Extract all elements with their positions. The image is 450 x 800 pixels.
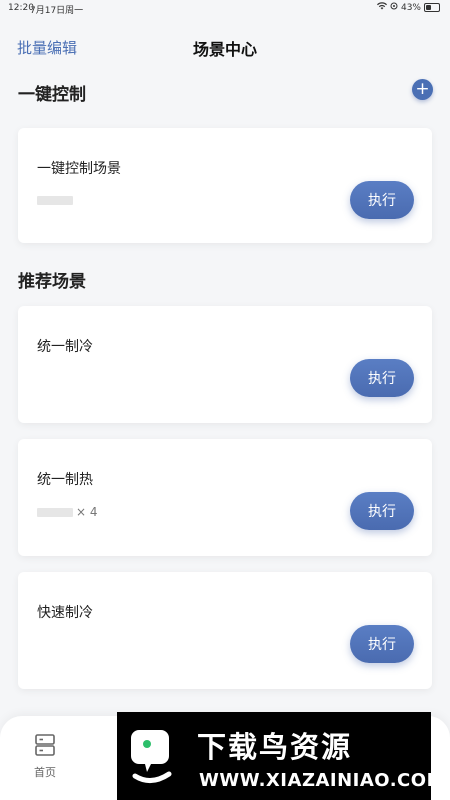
wifi-icon: [376, 2, 387, 13]
scene-card-one-key: 一键控制场景 执行: [18, 128, 432, 243]
watermark-url: WWW.XIAZAINIAO.COM: [199, 770, 445, 791]
execute-button[interactable]: 执行: [350, 181, 414, 219]
nav-bar: 批量编辑 场景中心: [0, 30, 450, 62]
add-scene-button[interactable]: +: [412, 79, 433, 100]
section-title-recommended: 推荐场景: [18, 272, 86, 292]
battery-icon: [424, 3, 440, 12]
scene-device-placeholder: [37, 196, 73, 205]
execute-button[interactable]: 执行: [350, 359, 414, 397]
page-title: 场景中心: [192, 40, 257, 59]
scene-device-placeholder: [37, 508, 73, 517]
status-indicators: 43%: [376, 2, 440, 13]
scene-card-title: 一键控制场景: [37, 161, 121, 177]
server-icon: [35, 734, 55, 760]
watermark-brand: 下载鸟资源: [197, 730, 353, 764]
watermark-banner: 下载鸟资源 WWW.XIAZAINIAO.COM: [117, 712, 444, 800]
tab-home[interactable]: 首页: [27, 734, 63, 780]
section-title-one-key: 一键控制: [18, 85, 86, 105]
scene-card-title: 统一制冷: [37, 339, 93, 355]
status-bar: 12:20 7月17日周一 43%: [0, 0, 450, 18]
battery-percent: 43%: [400, 2, 421, 13]
scene-device-count: × 4: [76, 505, 98, 519]
tab-home-label: 首页: [34, 766, 56, 779]
scene-card-unified-heating: 统一制热 × 4 执行: [18, 439, 432, 556]
location-icon: [390, 2, 398, 13]
scene-card-unified-cooling: 统一制冷 执行: [18, 306, 432, 423]
execute-button[interactable]: 执行: [350, 625, 414, 663]
scene-card-quick-cooling: 快速制冷 执行: [18, 572, 432, 689]
battery-level: [426, 5, 432, 10]
scene-card-title: 快速制冷: [37, 605, 93, 621]
plus-icon: +: [415, 79, 430, 99]
scene-card-title: 统一制热: [37, 472, 93, 488]
execute-button[interactable]: 执行: [350, 492, 414, 530]
status-date: 7月17日周一: [30, 6, 84, 16]
bird-logo-icon: [125, 724, 179, 788]
